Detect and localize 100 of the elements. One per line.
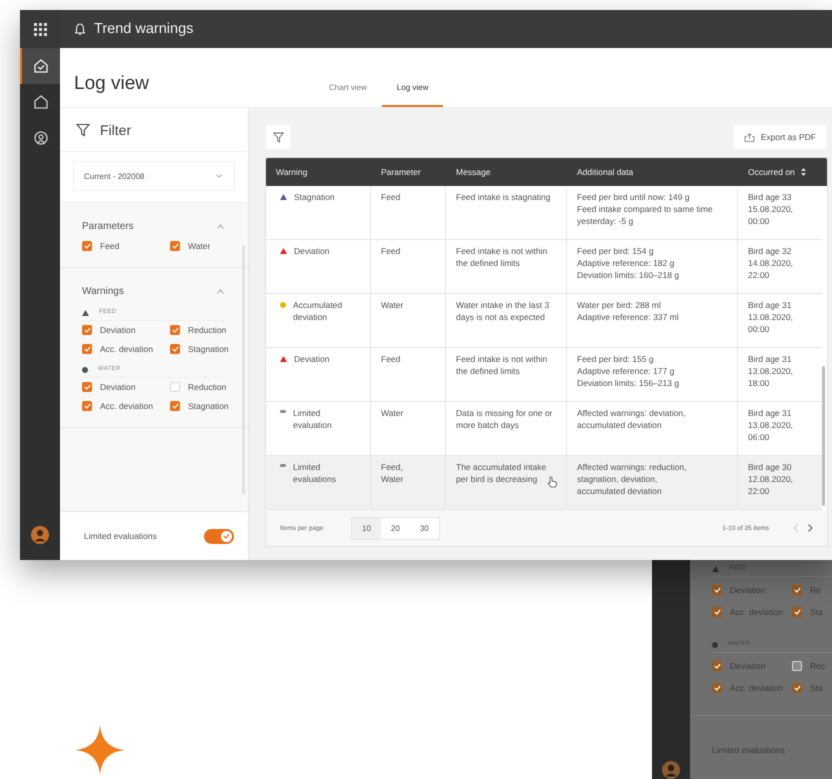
triangle-icon	[82, 310, 89, 316]
table-cell: Water per bird: 288 ml Adaptive reference: 337 ml	[567, 294, 738, 347]
table-cell: The accumulated intake per bird is decreasing	[446, 456, 567, 509]
dot-icon	[712, 642, 718, 648]
table-row[interactable]: Stagnation Feed Feed intake is stagnating Feed per bird until now: 149 g Feed intake compared to same time yesterday: -5 g Bird age 33 15.08.2020, 00:00	[266, 186, 822, 240]
table-cell: Stagnation	[294, 191, 335, 203]
check-icon	[714, 685, 720, 691]
table-cell-text: Bird age 31 13.08.2020, 00:00	[747, 299, 794, 336]
table-cell-text: Bird age 33 15.08.2020, 00:00	[747, 191, 794, 228]
table-cell: Feed intake is not within the defined limits	[446, 240, 567, 293]
check-icon	[223, 533, 230, 539]
checkbox[interactable]	[792, 585, 802, 595]
check-icon	[84, 327, 90, 333]
toggle-switch[interactable]	[204, 528, 234, 544]
column-header[interactable]: Parameter	[371, 166, 446, 178]
check-icon	[84, 346, 90, 352]
table-cell: Feed, Water	[371, 456, 446, 509]
checkbox[interactable]	[170, 325, 180, 335]
check-icon	[714, 609, 720, 615]
table-row[interactable]: Accumulated deviation Water Water intake in the last 3 days is not as expected Water per bird: 288 ml Adaptive reference: 337 ml Bird age 31 13.08.2020, 00:00	[266, 294, 822, 348]
check-icon	[714, 587, 720, 593]
hand-cursor-icon	[546, 476, 558, 488]
option-label: Feed	[100, 241, 120, 251]
checkbox[interactable]	[82, 325, 92, 335]
column-header[interactable]: Additional data	[567, 166, 738, 178]
checkbox[interactable]	[792, 683, 802, 693]
sort-icon	[800, 168, 806, 176]
column-header[interactable]: Warning	[266, 166, 371, 178]
checkbox[interactable]	[82, 401, 92, 411]
table-row[interactable]: Limited evaluation Water Data is missing for one or more batch days Affected warnings: deviation, accumulated deviation Bird age 31 13.08.2020, 06:00	[266, 402, 822, 456]
chevron-up-icon[interactable]	[217, 224, 224, 229]
checkbox[interactable]	[712, 607, 722, 617]
option-label: Deviation	[100, 325, 136, 335]
check-icon	[172, 346, 178, 352]
table-cell: Water	[371, 402, 446, 455]
table-cell: Water intake in the last 3 days is not as expected	[446, 294, 567, 347]
table-cell: Affected warnings: reduction, stagnation, deviation, accumulated deviation	[567, 456, 738, 509]
option-label: Deviation	[100, 382, 136, 392]
bell-icon	[75, 23, 85, 35]
table-cell: Feed intake is not within the defined limits	[446, 348, 567, 401]
check-icon	[794, 609, 800, 615]
checkbox[interactable]	[792, 661, 802, 671]
option-label: Acc. deviation	[100, 401, 153, 411]
check-icon	[84, 384, 90, 390]
option-label: Reduction	[188, 382, 226, 392]
check-icon	[794, 587, 800, 593]
checkbox[interactable]	[712, 661, 722, 671]
column-header[interactable]: Message	[446, 166, 567, 178]
filter-icon	[76, 122, 90, 136]
chevron-up-icon[interactable]	[217, 289, 224, 294]
table-cell-text: Bird age 31 13.08.2020, 06:00	[747, 407, 794, 444]
chevron-right-icon[interactable]	[808, 524, 813, 532]
table-row[interactable]: Deviation Feed Feed intake is not within the defined limits Feed per bird: 155 g Adaptive reference: 177 g Deviation limits: 156–213 g Bird age 31 13.08.2020, 18:00	[266, 348, 822, 402]
page-size-option[interactable]: 30	[410, 518, 439, 538]
check-icon	[84, 403, 90, 409]
table-cell: Feed	[371, 348, 446, 401]
table-cell: Deviation	[294, 245, 330, 257]
tab[interactable]: Chart view	[314, 83, 382, 107]
checkbox[interactable]	[712, 585, 722, 595]
table-row[interactable]: Deviation Feed Feed intake is not within the defined limits Feed per bird: 154 g Adaptive reference: 182 g Deviation limits: 160–218 g Bird age 32 14.08.2020, 22:00	[266, 240, 822, 294]
checkbox[interactable]	[170, 401, 180, 411]
table-cell-text: Bird age 30 12.08.2020, 22:00	[747, 461, 794, 498]
person-circle-icon	[33, 130, 49, 146]
table-cell-text: Limited evaluation	[293, 407, 333, 431]
checkbox[interactable]	[82, 241, 92, 251]
checkbox[interactable]	[170, 241, 180, 251]
check-icon	[714, 663, 720, 669]
avatar-icon	[31, 526, 49, 544]
option-label: Stagnation	[188, 344, 229, 354]
nav-item[interactable]	[20, 48, 60, 84]
checkbox[interactable]	[792, 607, 802, 617]
avatar-icon	[662, 761, 680, 779]
checkbox[interactable]	[170, 344, 180, 354]
check-icon	[84, 243, 90, 249]
filter-button[interactable]	[266, 125, 290, 149]
checkbox[interactable]	[82, 344, 92, 354]
export-button[interactable]: Export as PDF	[734, 125, 826, 149]
page-size-option[interactable]: 10	[352, 518, 381, 538]
column-header[interactable]: Occurred on	[738, 166, 827, 178]
option-label: Acc. deviation	[100, 344, 153, 354]
table-cell-text: Limited evaluations	[293, 461, 338, 485]
upload-icon	[744, 132, 755, 142]
dropdown-value: Current - 202008	[84, 172, 144, 180]
table-cell: Deviation	[294, 353, 330, 365]
table-cell: Feed	[371, 240, 446, 293]
triangle-icon	[712, 566, 719, 572]
check-icon	[794, 685, 800, 691]
table-cell: Feed intake is stagnating	[446, 186, 567, 239]
option-label: Reduction	[188, 325, 226, 335]
page-size-option[interactable]: 20	[380, 518, 410, 538]
checkbox[interactable]	[712, 683, 722, 693]
table-row[interactable]: Limited evaluations Feed, Water The accumulated intake per bird is decreasing Affected warnings: reduction, stagnation, deviation, accumulated deviation Bird age 30 12.08.2020, 22:00	[266, 456, 822, 510]
apps-grid-icon[interactable]	[34, 22, 46, 36]
checkbox[interactable]	[82, 382, 92, 392]
toggle-label: Limited evaluations	[84, 531, 157, 541]
section-title: Warnings	[82, 286, 124, 297]
check-icon	[172, 403, 178, 409]
table-cell: Feed per bird until now: 149 g Feed intake compared to same time yesterday: -5 g	[567, 186, 738, 239]
checkbox[interactable]	[170, 382, 180, 392]
option-label: Water	[188, 241, 210, 251]
